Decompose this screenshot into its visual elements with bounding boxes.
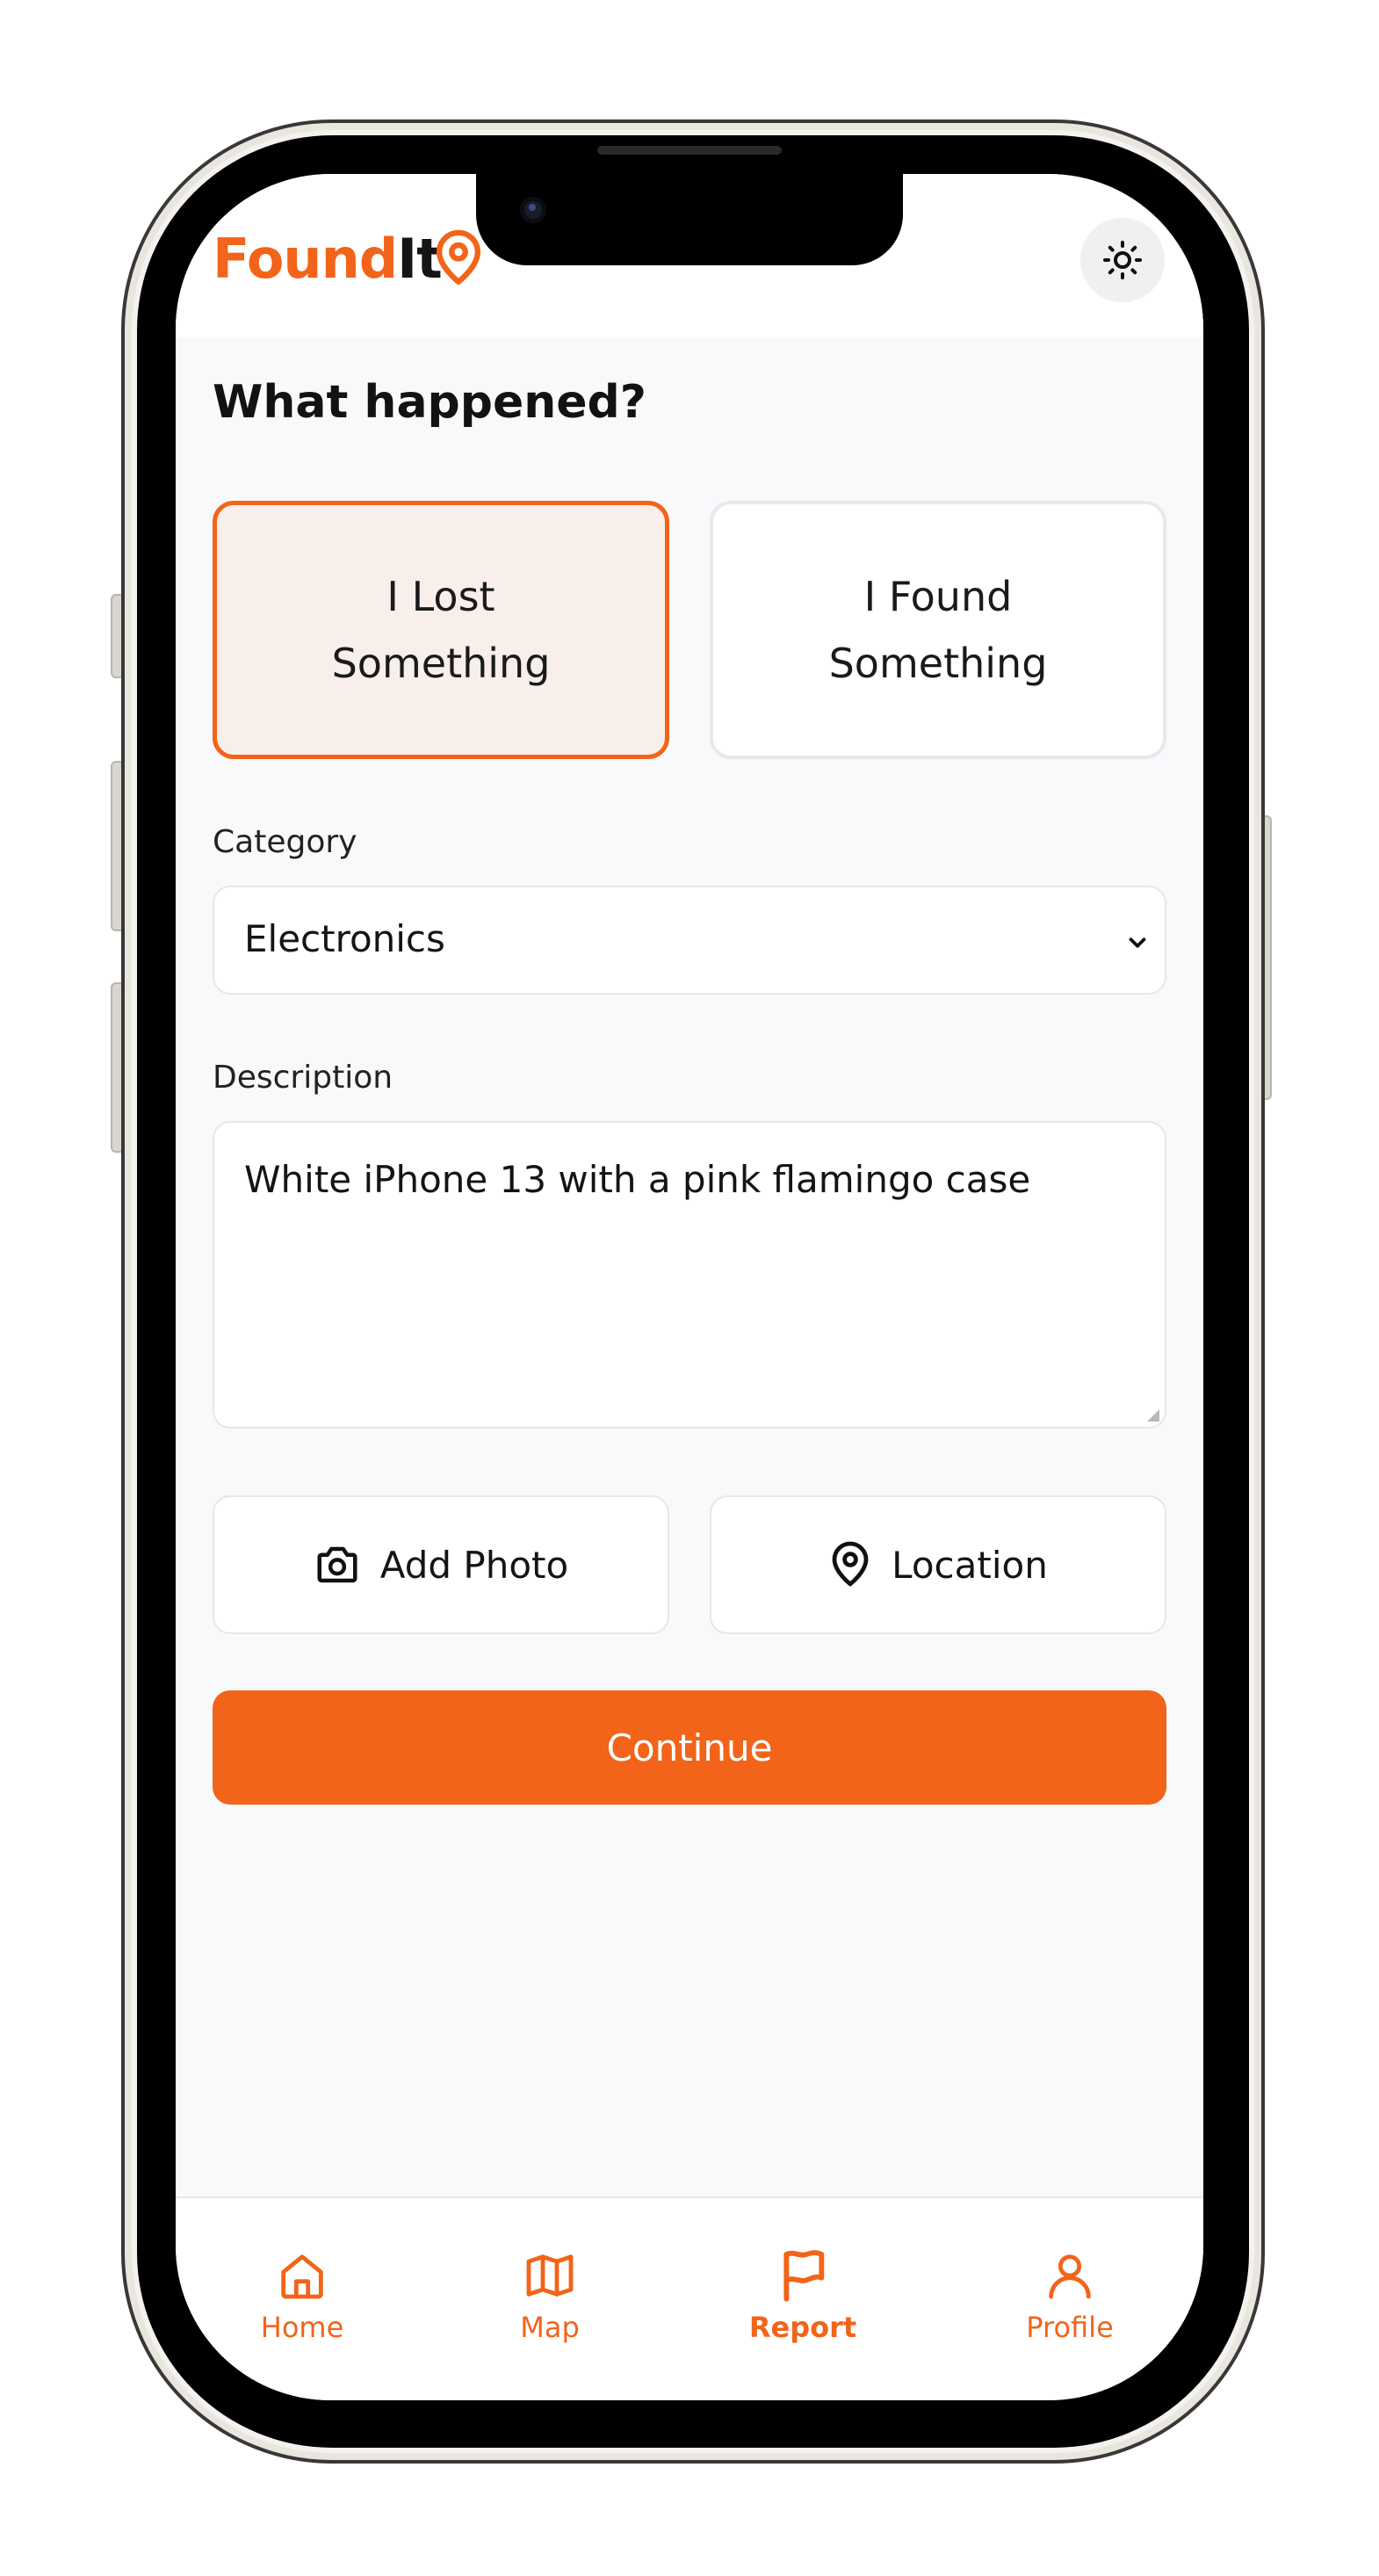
location-button[interactable]: Location	[710, 1495, 1166, 1634]
app-logo: FoundIt	[213, 227, 443, 291]
continue-button[interactable]: Continue	[213, 1690, 1166, 1805]
lost-something-option[interactable]: I Lost Something	[213, 501, 669, 759]
description-value: White iPhone 13 with a pink flamingo cas…	[244, 1158, 1031, 1201]
theme-toggle-button[interactable]	[1080, 218, 1165, 302]
nav-item-report[interactable]: Report	[715, 2247, 891, 2344]
nav-item-home[interactable]: Home	[214, 2247, 390, 2344]
sun-icon	[1103, 241, 1142, 279]
chevron-down-icon	[1129, 937, 1146, 948]
nav-item-map[interactable]: Map	[462, 2247, 638, 2344]
category-value: Electronics	[244, 917, 445, 960]
page-title: What happened?	[213, 376, 646, 429]
nav-item-profile[interactable]: Profile	[982, 2247, 1158, 2344]
nav-label-home: Home	[260, 2311, 344, 2344]
bottom-navigation: Home Map Report Profile	[176, 2196, 1203, 2400]
user-icon	[1049, 2254, 1091, 2299]
category-select[interactable]: Electronics	[213, 886, 1166, 995]
nav-label-profile: Profile	[1026, 2311, 1114, 2344]
home-icon	[281, 2254, 323, 2299]
map-pin-icon	[832, 1541, 869, 1587]
front-camera	[520, 197, 546, 223]
category-label: Category	[213, 824, 357, 860]
app-screen: FoundIt What happened? I Lost Something …	[176, 174, 1203, 2400]
map-pin-icon	[436, 229, 481, 285]
add-photo-button[interactable]: Add Photo	[213, 1495, 669, 1634]
camera-icon	[317, 1546, 357, 1583]
earpiece-speaker	[597, 146, 782, 155]
map-icon	[526, 2254, 574, 2297]
description-textarea[interactable]: White iPhone 13 with a pink flamingo cas…	[213, 1121, 1166, 1429]
lost-something-label: I Lost Something	[331, 573, 551, 687]
description-label: Description	[213, 1060, 393, 1096]
found-something-option[interactable]: I Found Something	[710, 501, 1166, 759]
add-photo-label: Add Photo	[379, 1543, 569, 1587]
resize-handle-icon[interactable]	[1145, 1407, 1159, 1422]
location-label: Location	[892, 1543, 1048, 1587]
found-something-label: I Found Something	[828, 573, 1048, 687]
nav-label-map: Map	[520, 2311, 580, 2344]
nav-label-report: Report	[748, 2311, 857, 2344]
logo-text-found: Found	[213, 227, 398, 291]
flag-icon	[783, 2250, 825, 2302]
